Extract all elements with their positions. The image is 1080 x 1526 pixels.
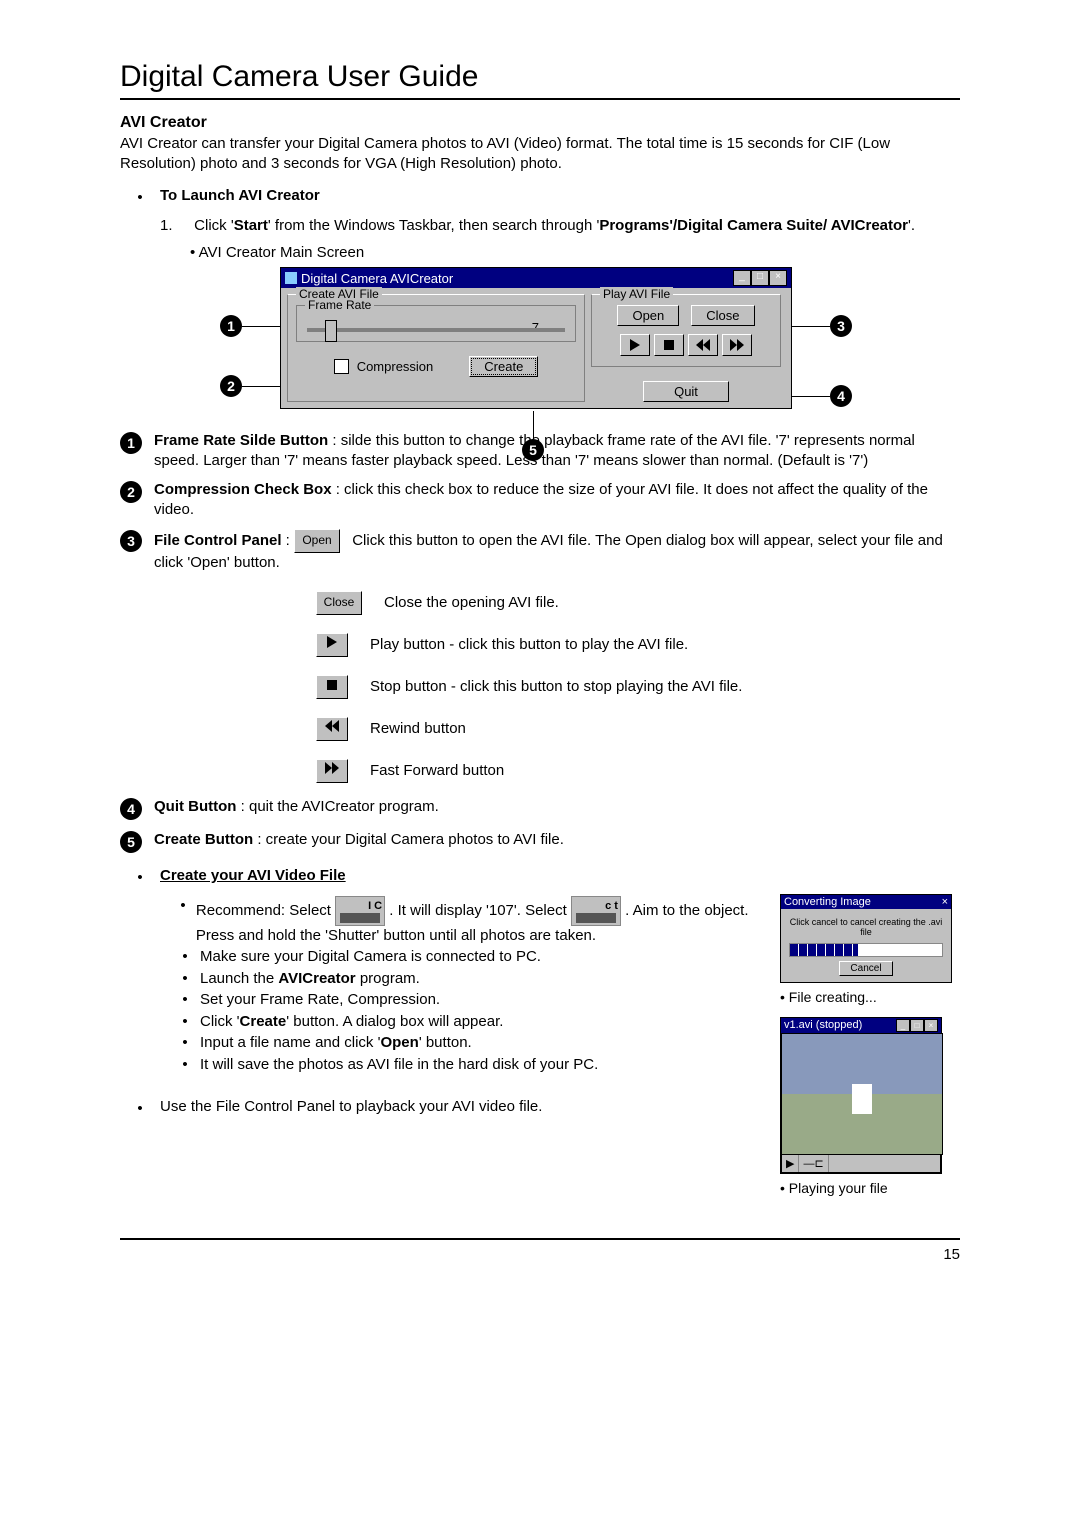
fast-forward-icon[interactable] [722, 334, 752, 356]
playing-file-thumb: v1.avi (stopped) _ □ × ▶ —⊏ [780, 1017, 942, 1174]
thumb-2-caption: • Playing your file [780, 1180, 960, 1196]
create-step-1: • Recommend: Select I C . It will displa… [180, 896, 760, 946]
rewind-btn-icon [316, 717, 348, 741]
launch-step: 1. Click 'Start' from the Windows Taskba… [160, 216, 960, 236]
progress-bar [789, 943, 943, 957]
app-icon [285, 272, 297, 284]
annot-2: Compression Check Box : click this check… [154, 480, 960, 519]
annot-1: Frame Rate Silde Button : silde this but… [154, 431, 960, 470]
annot-num-3: 3 [120, 530, 142, 552]
rewind-icon[interactable] [688, 334, 718, 356]
callout-1: 1 [220, 315, 242, 337]
annot-num-5: 5 [120, 831, 142, 853]
open-button[interactable]: Open [617, 305, 679, 326]
maximize-icon[interactable]: □ [751, 270, 769, 286]
play-icon[interactable] [620, 334, 650, 356]
callout-3: 3 [830, 315, 852, 337]
close-button[interactable]: Close [691, 305, 754, 326]
video-preview [781, 1033, 943, 1155]
create-step-7: •It will save the photos as AVI file in … [180, 1055, 760, 1075]
play-btn-icon [316, 633, 348, 657]
thumb-1-caption: • File creating... [780, 989, 960, 1005]
stop-desc: Stop button - click this button to stop … [370, 678, 742, 695]
close-icon[interactable]: × [924, 1019, 938, 1032]
callout-4: 4 [830, 385, 852, 407]
playback-line: Use the File Control Panel to playback y… [160, 1098, 542, 1115]
close-btn-icon: Close [316, 591, 362, 615]
file-control-panel-table: Close Close the opening AVI file. Play b… [316, 591, 960, 783]
close-icon[interactable]: × [942, 896, 948, 908]
main-screen-caption: • AVI Creator Main Screen [190, 244, 960, 261]
page-number: 15 [120, 1246, 960, 1263]
annot-num-4: 4 [120, 798, 142, 820]
annot-5: Create Button : create your Digital Came… [154, 830, 960, 850]
create-step-5: •Click 'Create' button. A dialog box wil… [180, 1012, 760, 1032]
footer-rule [120, 1238, 960, 1240]
intro-paragraph: AVI Creator can transfer your Digital Ca… [120, 134, 960, 173]
play-avi-group: Play AVI File Open Close [591, 294, 781, 367]
annot-4: Quit Button : quit the AVICreator progra… [154, 797, 960, 817]
bullet-icon: • [120, 187, 160, 206]
minimize-icon[interactable]: _ [733, 270, 751, 286]
avi-creator-window: Digital Camera AVICreator _ □ × Create A… [280, 267, 792, 409]
ff-desc: Fast Forward button [370, 762, 504, 779]
rewind-desc: Rewind button [370, 720, 466, 737]
play-icon[interactable]: ▶ [782, 1155, 799, 1172]
mode-icon-ct: c t [571, 896, 621, 926]
close-desc: Close the opening AVI file. [384, 594, 559, 611]
slider-icon[interactable]: —⊏ [799, 1155, 828, 1172]
section-heading-avi: AVI Creator [120, 114, 960, 132]
ff-btn-icon [316, 759, 348, 783]
compression-checkbox[interactable] [334, 359, 349, 374]
frame-rate-group: Frame Rate 7 [296, 305, 576, 342]
annot-3: File Control Panel : Open Click this but… [154, 529, 960, 573]
window-title: Digital Camera AVICreator [301, 271, 453, 286]
annot-num-2: 2 [120, 481, 142, 503]
mode-icon-107: I C [335, 896, 385, 926]
bullet-icon: • [120, 1098, 160, 1117]
maximize-icon[interactable]: □ [910, 1019, 924, 1032]
create-step-2: •Make sure your Digital Camera is connec… [180, 947, 760, 967]
annot-num-1: 1 [120, 432, 142, 454]
create-avi-group: Create AVI File Frame Rate 7 Compression… [287, 294, 585, 402]
create-step-3: •Launch the AVICreator program. [180, 969, 760, 989]
quit-button[interactable]: Quit [643, 381, 729, 402]
stop-btn-icon [316, 675, 348, 699]
converting-image-thumb: Converting Image × Click cancel to cance… [780, 894, 952, 983]
callout-2: 2 [220, 375, 242, 397]
frame-rate-slider[interactable] [307, 328, 565, 332]
open-btn-icon: Open [294, 529, 340, 553]
create-button[interactable]: Create [469, 356, 538, 377]
page-title: Digital Camera User Guide [120, 60, 960, 100]
close-icon[interactable]: × [769, 270, 787, 286]
bullet-icon: • [120, 867, 160, 886]
cancel-button[interactable]: Cancel [839, 961, 892, 976]
stop-icon[interactable] [654, 334, 684, 356]
launch-heading: To Launch AVI Creator [160, 187, 320, 204]
compression-label: Compression [357, 359, 434, 374]
create-step-6: •Input a file name and click 'Open' butt… [180, 1033, 760, 1053]
play-desc: Play button - click this button to play … [370, 636, 688, 653]
minimize-icon[interactable]: _ [896, 1019, 910, 1032]
create-step-4: •Set your Frame Rate, Compression. [180, 990, 760, 1010]
create-heading: Create your AVI Video File [160, 867, 346, 884]
